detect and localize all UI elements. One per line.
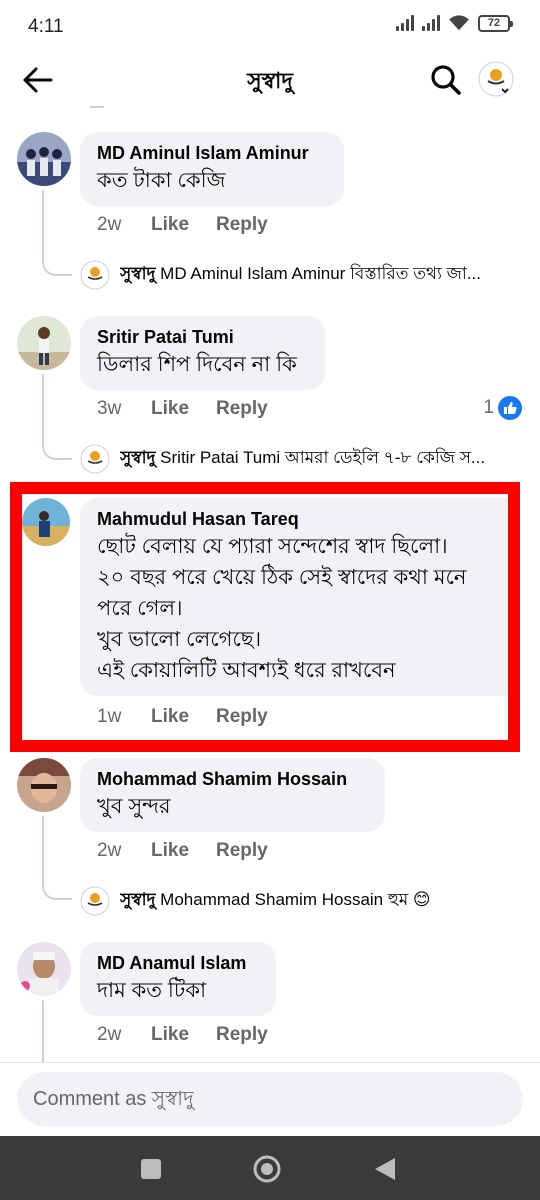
- thread-line: [42, 1000, 44, 1062]
- page-reply-text: সুস্বাদু MD Aminul Islam Aminur বিস্তারি…: [120, 261, 520, 289]
- page-reply[interactable]: সুস্বাদু Mohammad Shamim Hossain হুম 😊: [80, 886, 520, 916]
- comment-bubble[interactable]: MD Anamul Islam দাম কত টিকা: [80, 942, 276, 1016]
- page-reply[interactable]: সুস্বাদু MD Aminul Islam Aminur বিস্তারি…: [80, 260, 520, 290]
- recents-button[interactable]: [136, 1154, 166, 1184]
- thread-line: [90, 106, 104, 108]
- page-reply-body: MD Aminul Islam Aminur বিস্তারিত তথ্য জা…: [160, 264, 481, 283]
- page-avatar-icon: [80, 444, 110, 474]
- comment-actions: 2w Like Reply: [97, 840, 268, 862]
- page-avatar-icon: [80, 260, 110, 290]
- avatar-image: [17, 758, 71, 812]
- avatar[interactable]: [17, 132, 71, 186]
- avatar[interactable]: [22, 498, 70, 546]
- thread-line: [42, 190, 44, 262]
- status-bar: 4:11 72: [0, 0, 540, 52]
- battery-level: 72: [487, 17, 501, 29]
- comments-list[interactable]: MD Aminul Islam Aminur কত টাকা কেজি 2w L…: [0, 106, 540, 1062]
- comment-actions: 2w Like Reply: [97, 214, 268, 236]
- comment-time[interactable]: 2w: [97, 1024, 151, 1046]
- signal-icon: [396, 15, 414, 31]
- thread-curve: [42, 880, 72, 900]
- page-reply-author[interactable]: সুস্বাদু: [120, 890, 155, 909]
- like-button[interactable]: Like: [151, 1024, 216, 1046]
- battery-icon: 72: [478, 14, 513, 32]
- like-button[interactable]: Like: [151, 840, 216, 862]
- avatar[interactable]: [17, 316, 71, 370]
- comment-text: কত টাকা কেজি: [97, 169, 226, 192]
- avatar[interactable]: [17, 942, 71, 996]
- comment-time[interactable]: 3w: [97, 398, 151, 420]
- thread-curve: [42, 256, 72, 276]
- reply-button[interactable]: Reply: [216, 398, 268, 420]
- page-avatar-icon: [478, 61, 514, 97]
- page-reply-body: Mohammad Shamim Hossain হুম 😊: [160, 890, 431, 909]
- comment-text: ডিলার শিপ দিবেন না কি: [97, 353, 297, 376]
- comment-time[interactable]: 2w: [97, 840, 151, 862]
- reaction-count: 1: [483, 397, 494, 418]
- signal-icon-2: [422, 15, 440, 31]
- nav-back-icon: [375, 1158, 395, 1180]
- comment-actions: 3w Like Reply: [97, 398, 268, 420]
- status-time: 4:11: [28, 16, 64, 37]
- search-icon: [431, 65, 461, 95]
- comment-bubble[interactable]: Sritir Patai Tumi ডিলার শিপ দিবেন না কি: [80, 316, 325, 390]
- reply-button[interactable]: Reply: [216, 1024, 268, 1046]
- thread-line: [42, 816, 44, 886]
- page-avatar-icon: [80, 886, 110, 916]
- page-reply-text: সুস্বাদু Sritir Patai Tumi আমরা ডেইলি ৭-…: [120, 445, 520, 473]
- search-button[interactable]: [428, 62, 464, 98]
- comment-bubble[interactable]: Mahmudul Hasan Tareq ছোট বেলায় যে প্যার…: [80, 498, 520, 696]
- reaction-summary[interactable]: 1: [483, 396, 522, 420]
- avatar-image: [17, 316, 71, 370]
- comment-time[interactable]: 2w: [97, 214, 151, 236]
- home-button[interactable]: [252, 1154, 282, 1184]
- nav-square-icon: [141, 1159, 161, 1179]
- comment-composer: [0, 1062, 540, 1136]
- comment-text: ছোট বেলায় যে প্যারা সন্দেশের স্বাদ ছিলো…: [97, 535, 467, 682]
- reply-button[interactable]: Reply: [216, 706, 268, 728]
- comment-time[interactable]: 1w: [97, 706, 151, 728]
- comment-author[interactable]: Sritir Patai Tumi: [97, 325, 309, 349]
- thread-curve: [42, 440, 72, 460]
- nav-circle-icon: [253, 1155, 281, 1183]
- comment-bubble[interactable]: MD Aminul Islam Aminur কত টাকা কেজি: [80, 132, 344, 206]
- comment-actions: 1w Like Reply: [97, 706, 268, 728]
- thread-line: [42, 374, 44, 446]
- avatar-image: [22, 498, 70, 546]
- comment-author[interactable]: MD Anamul Islam: [97, 951, 260, 975]
- comment-author[interactable]: Mohammad Shamim Hossain: [97, 767, 369, 791]
- page-reply-text: সুস্বাদু Mohammad Shamim Hossain হুম 😊: [120, 887, 520, 915]
- comment-text: খুব সুন্দর: [97, 795, 171, 818]
- avatar-image: [17, 942, 71, 996]
- reply-button[interactable]: Reply: [216, 214, 268, 236]
- page-reply-author[interactable]: সুস্বাদু: [120, 264, 155, 283]
- comment-input[interactable]: [17, 1072, 523, 1126]
- wifi-icon: [449, 15, 469, 31]
- like-button[interactable]: Like: [151, 214, 216, 236]
- status-icons: 72: [396, 14, 513, 32]
- page-reply[interactable]: সুস্বাদু Sritir Patai Tumi আমরা ডেইলি ৭-…: [80, 444, 520, 474]
- reply-button[interactable]: Reply: [216, 840, 268, 862]
- avatar-image: [17, 132, 71, 186]
- avatar[interactable]: [17, 758, 71, 812]
- system-back-button[interactable]: [370, 1154, 400, 1184]
- comment-bubble[interactable]: Mohammad Shamim Hossain খুব সুন্দর: [80, 758, 385, 832]
- comment-author[interactable]: Mahmudul Hasan Tareq: [97, 507, 504, 531]
- like-button[interactable]: Like: [151, 706, 216, 728]
- page-reply-author[interactable]: সুস্বাদু: [120, 448, 155, 467]
- page-reply-body: Sritir Patai Tumi আমরা ডেইলি ৭-৮ কেজি স.…: [160, 448, 486, 467]
- system-nav-bar: [0, 1136, 540, 1200]
- page-avatar-button[interactable]: [478, 61, 514, 97]
- comment-author[interactable]: MD Aminul Islam Aminur: [97, 141, 328, 165]
- like-button[interactable]: Like: [151, 398, 216, 420]
- comment-actions: 2w Like Reply: [97, 1024, 268, 1046]
- thumbs-up-icon: [498, 396, 522, 420]
- header: সুস্বাদু: [0, 52, 540, 106]
- comment-text: দাম কত টিকা: [97, 979, 207, 1002]
